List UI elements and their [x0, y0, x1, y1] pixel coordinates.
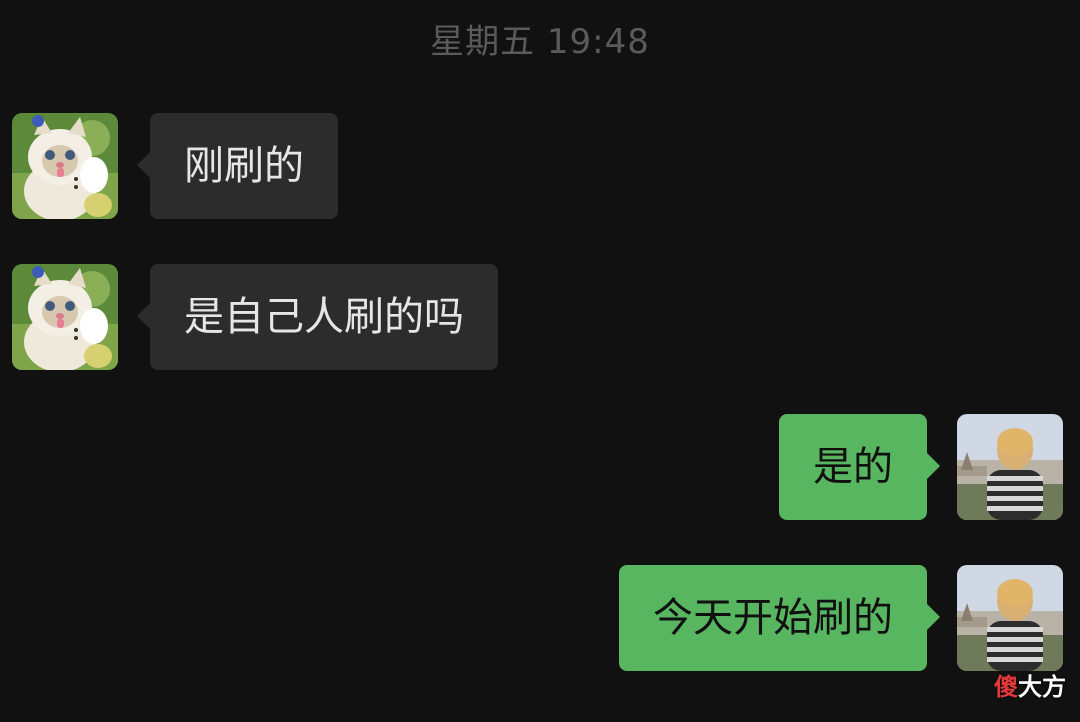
outgoing-message-bubble[interactable]: 今天开始刷的	[619, 565, 940, 671]
incoming-message-bubble[interactable]: 刚刷的	[137, 113, 338, 219]
outgoing-message-bubble[interactable]: 是的	[779, 414, 940, 520]
cat-avatar-icon[interactable]	[12, 113, 118, 219]
message-row: 今天开始刷的	[0, 565, 1080, 671]
message-row: 是自己人刷的吗	[0, 264, 1080, 370]
timestamp: 星期五 19:48	[430, 22, 650, 62]
child-avatar-image	[957, 414, 1063, 520]
cat-avatar-image	[12, 264, 118, 370]
cat-avatar-image	[12, 113, 118, 219]
child-avatar-image	[957, 565, 1063, 671]
child-avatar-icon[interactable]	[957, 565, 1063, 671]
watermark-red-text: 傻	[994, 673, 1018, 701]
cat-avatar-icon[interactable]	[12, 264, 118, 370]
incoming-message-bubble[interactable]: 是自己人刷的吗	[137, 264, 498, 370]
message-row: 是的	[0, 414, 1080, 520]
watermark-white-text: 大方	[1018, 673, 1066, 701]
message-row: 刚刷的	[0, 113, 1080, 219]
watermark: 傻大方	[994, 672, 1066, 702]
child-avatar-icon[interactable]	[957, 414, 1063, 520]
